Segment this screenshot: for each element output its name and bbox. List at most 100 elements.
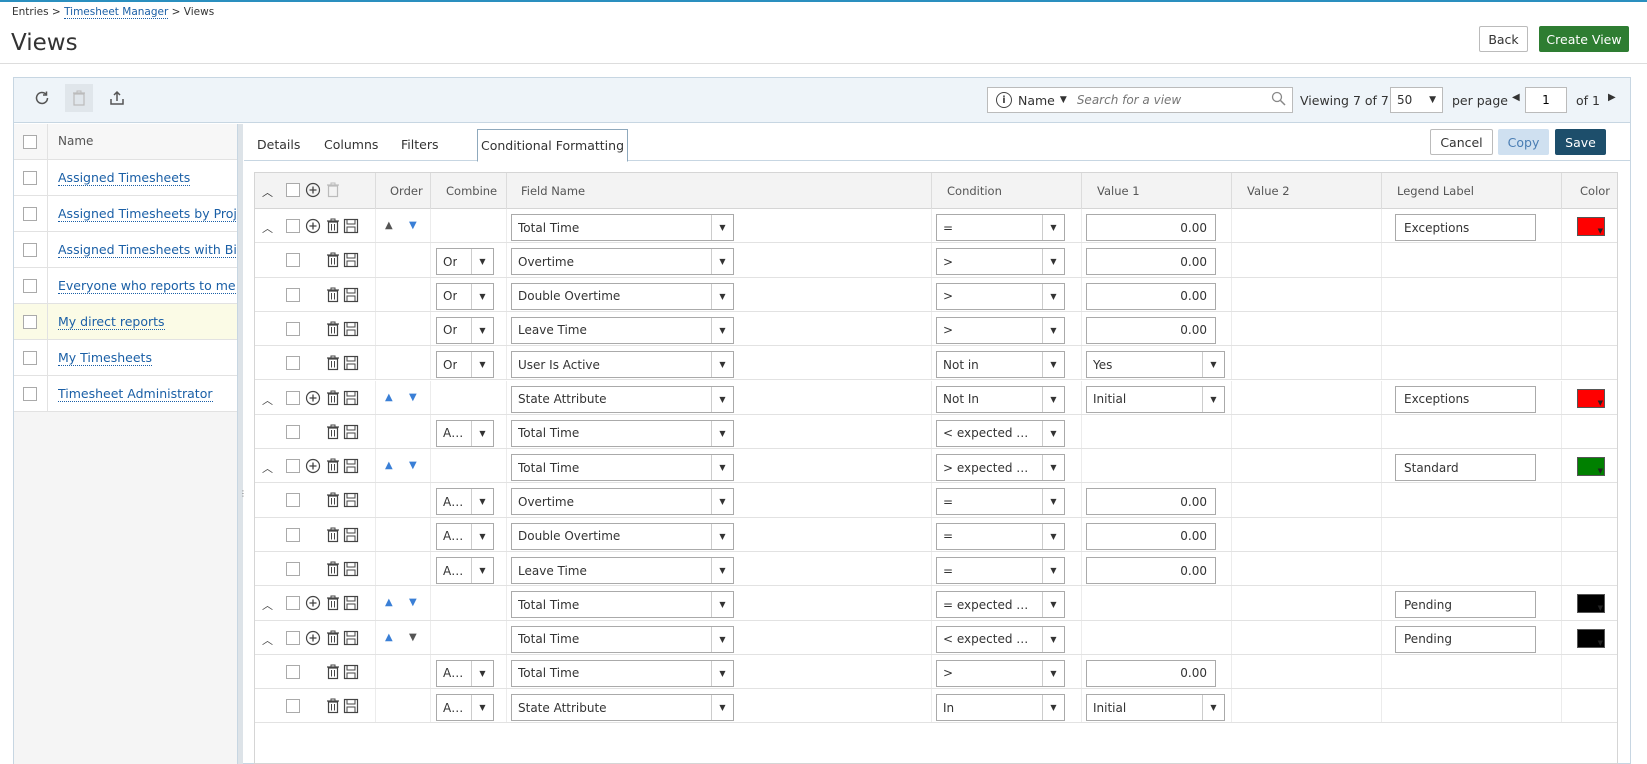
condition-select[interactable]: In ▼ bbox=[936, 694, 1065, 722]
field-name-select[interactable]: Total Time ▼ bbox=[511, 454, 734, 482]
collapse-icon[interactable]: ︿ bbox=[262, 597, 273, 613]
field-name-select[interactable]: Overtime ▼ bbox=[511, 488, 734, 516]
collapse-all-icon[interactable]: ︿ bbox=[262, 184, 273, 200]
combine-select[interactable]: Or ▼ bbox=[436, 248, 494, 276]
trash-icon[interactable] bbox=[325, 527, 341, 543]
field-name-select[interactable]: Overtime ▼ bbox=[511, 248, 734, 276]
save-icon[interactable] bbox=[343, 698, 359, 714]
view-link[interactable]: Timesheet Administrator bbox=[58, 386, 213, 402]
view-link[interactable]: My direct reports bbox=[58, 314, 165, 330]
collapse-icon[interactable]: ︿ bbox=[262, 460, 273, 476]
select-all-rules-checkbox[interactable] bbox=[286, 183, 300, 197]
save-icon[interactable] bbox=[343, 527, 359, 543]
name-column-header[interactable]: Name bbox=[58, 134, 93, 148]
save-icon[interactable] bbox=[343, 218, 359, 234]
row-checkbox[interactable] bbox=[286, 493, 300, 508]
move-down-icon[interactable]: ▼ bbox=[409, 220, 417, 231]
row-checkbox[interactable] bbox=[286, 459, 300, 474]
add-condition-icon[interactable] bbox=[305, 390, 321, 406]
value1-input[interactable]: 0.00 bbox=[1086, 214, 1216, 241]
save-icon[interactable] bbox=[343, 424, 359, 440]
views-list-item[interactable]: Assigned Timesheets with Billab bbox=[14, 232, 237, 268]
row-checkbox[interactable] bbox=[286, 630, 300, 645]
move-up-icon[interactable]: ▲ bbox=[385, 597, 393, 608]
row-checkbox[interactable] bbox=[286, 321, 300, 336]
create-view-button[interactable]: Create View bbox=[1539, 26, 1629, 52]
tab-details[interactable]: Details bbox=[257, 137, 300, 152]
combine-select[interactable]: Or ▼ bbox=[436, 351, 494, 379]
page-number-input[interactable] bbox=[1525, 87, 1567, 113]
move-down-icon[interactable]: ▼ bbox=[409, 632, 417, 643]
condition-select[interactable]: = ▼ bbox=[936, 522, 1065, 550]
condition-select[interactable]: Not In ▼ bbox=[936, 385, 1065, 413]
next-page-icon[interactable]: ▶ bbox=[1608, 92, 1616, 103]
add-condition-icon[interactable] bbox=[305, 630, 321, 646]
row-checkbox[interactable] bbox=[23, 315, 37, 329]
views-list-item[interactable]: Everyone who reports to me bbox=[14, 268, 237, 304]
combine-select[interactable]: And ▼ bbox=[436, 659, 494, 687]
trash-icon[interactable] bbox=[325, 218, 341, 234]
value1-input[interactable]: 0.00 bbox=[1086, 248, 1216, 276]
color-picker[interactable]: ▼ bbox=[1577, 628, 1605, 648]
views-list-item[interactable]: Timesheet Administrator bbox=[14, 376, 237, 412]
field-name-select[interactable]: Leave Time ▼ bbox=[511, 557, 734, 584]
color-picker[interactable]: ▼ bbox=[1577, 457, 1605, 477]
row-checkbox[interactable] bbox=[286, 390, 300, 405]
legend-label-input[interactable]: Pending bbox=[1395, 591, 1536, 619]
field-name-select[interactable]: State Attribute ▼ bbox=[511, 694, 734, 722]
save-icon[interactable] bbox=[343, 561, 359, 577]
cancel-button[interactable]: Cancel bbox=[1430, 129, 1493, 155]
combine-select[interactable]: And ▼ bbox=[436, 419, 494, 447]
save-icon[interactable] bbox=[343, 355, 359, 371]
trash-icon[interactable] bbox=[325, 182, 341, 198]
view-link[interactable]: Assigned Timesheets bbox=[58, 170, 191, 186]
row-checkbox[interactable] bbox=[23, 243, 37, 257]
condition-select[interactable]: > ▼ bbox=[936, 282, 1065, 310]
save-button[interactable]: Save bbox=[1555, 129, 1606, 155]
refresh-icon[interactable] bbox=[30, 86, 54, 110]
trash-icon[interactable] bbox=[325, 561, 341, 577]
field-name-select[interactable]: Leave Time ▼ bbox=[511, 316, 734, 344]
trash-icon[interactable] bbox=[325, 321, 341, 337]
value1-select[interactable]: Initial ▼ bbox=[1086, 385, 1225, 413]
trash-icon[interactable] bbox=[325, 424, 341, 440]
combine-select[interactable]: Or ▼ bbox=[436, 282, 494, 310]
condition-select[interactable]: = ▼ bbox=[936, 557, 1065, 584]
trash-icon[interactable] bbox=[325, 492, 341, 508]
info-icon[interactable]: i bbox=[996, 92, 1012, 108]
save-icon[interactable] bbox=[343, 664, 359, 680]
value1-input[interactable]: 0.00 bbox=[1086, 282, 1216, 310]
trash-icon[interactable] bbox=[325, 252, 341, 268]
add-icon[interactable] bbox=[305, 182, 321, 198]
condition-select[interactable]: = expected worki... ▼ bbox=[936, 591, 1065, 619]
search-input[interactable] bbox=[1076, 93, 1267, 107]
value1-input[interactable]: 0.00 bbox=[1086, 557, 1216, 584]
condition-select[interactable]: < expected worki... ▼ bbox=[936, 419, 1065, 447]
row-checkbox[interactable] bbox=[286, 596, 300, 611]
condition-select[interactable]: > expected worki... ▼ bbox=[936, 454, 1065, 482]
legend-label-input[interactable]: Pending bbox=[1395, 625, 1536, 653]
delete-icon[interactable] bbox=[65, 84, 93, 112]
color-picker[interactable]: ▼ bbox=[1577, 388, 1605, 408]
save-icon[interactable] bbox=[343, 252, 359, 268]
field-name-select[interactable]: Total Time ▼ bbox=[511, 625, 734, 653]
previous-page-icon[interactable]: ◀ bbox=[1512, 92, 1520, 103]
value1-select[interactable]: Yes ▼ bbox=[1086, 351, 1225, 379]
save-icon[interactable] bbox=[343, 458, 359, 474]
trash-icon[interactable] bbox=[325, 664, 341, 680]
condition-select[interactable]: Not in ▼ bbox=[936, 351, 1065, 379]
save-icon[interactable] bbox=[343, 321, 359, 337]
combine-select[interactable]: And ▼ bbox=[436, 557, 494, 584]
row-checkbox[interactable] bbox=[286, 287, 300, 302]
move-up-icon[interactable]: ▲ bbox=[385, 632, 393, 643]
color-picker[interactable]: ▼ bbox=[1577, 217, 1605, 236]
value1-input[interactable]: 0.00 bbox=[1086, 659, 1216, 687]
condition-select[interactable]: = ▼ bbox=[936, 214, 1065, 241]
trash-icon[interactable] bbox=[325, 698, 341, 714]
row-checkbox[interactable] bbox=[286, 527, 300, 542]
view-link[interactable]: Assigned Timesheets with Billab bbox=[58, 242, 236, 258]
color-picker[interactable]: ▼ bbox=[1577, 594, 1605, 614]
views-list-item[interactable]: Assigned Timesheets by Project bbox=[14, 196, 237, 232]
field-name-select[interactable]: Total Time ▼ bbox=[511, 419, 734, 447]
breadcrumb-timesheet-manager[interactable]: Timesheet Manager bbox=[64, 6, 169, 19]
